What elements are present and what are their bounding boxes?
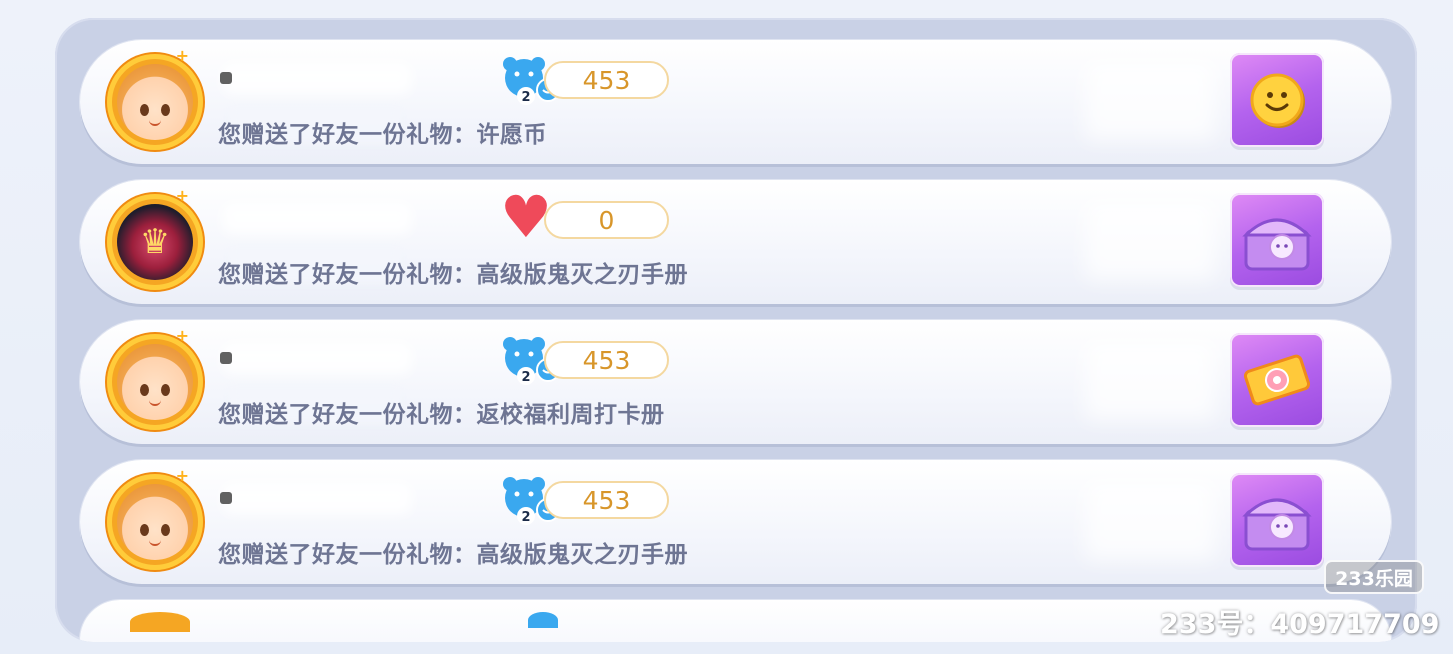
score-pill: 0 [544,201,669,239]
gift-record-row[interactable]: + 2 453 [80,320,1391,444]
blurred-area [1085,480,1215,560]
score-value: 0 [598,205,615,235]
svg-text:2: 2 [521,510,530,525]
boy-avatar-icon[interactable]: + [107,326,203,430]
svg-text:2: 2 [521,370,530,385]
gift-description: 您赠送了好友一份礼物：返校福利周打卡册 [218,402,665,428]
score-pill: 453 [544,61,669,99]
score-value: 453 [582,345,631,375]
gift-record-row[interactable]: + 2 453 [80,40,1391,164]
bear-level-2-icon [528,612,558,628]
gift-record-row[interactable]: + 2 453 您赠送了好友一份礼物：高级版鬼灭之刃手册 [80,460,1391,584]
crown-avatar-icon[interactable]: + ♛ [107,186,203,290]
friend-name-fragment [220,72,232,84]
sparkle-icon: + [175,326,189,345]
ticket-card-icon [1243,354,1311,406]
score-pill: 453 [544,481,669,519]
sparkle-icon: + [175,186,189,205]
page: + 2 453 您赠送了好友一份礼物：许愿币 + ♛ ♥ 0 您赠送了好友一份礼… [0,0,1453,654]
avatar-face [117,344,193,420]
score-value: 453 [582,485,631,515]
sparkle-icon: + [175,46,189,65]
friend-name-blurred [222,482,412,514]
friend-name-fragment [220,352,232,364]
friend-name-fragment [220,492,232,504]
avatar-face: ♛ [117,204,193,280]
gift-item-button[interactable] [1230,333,1324,427]
gift-item-button[interactable] [1230,193,1324,287]
gift-item-button[interactable] [1230,53,1324,147]
gift-record-list: + 2 453 您赠送了好友一份礼物：许愿币 + ♛ ♥ 0 您赠送了好友一份礼… [80,40,1391,600]
blurred-area [1085,340,1215,420]
gift-description: 您赠送了好友一份礼物：许愿币 [218,122,547,148]
avatar-face [117,64,193,140]
watermark-logo: 233乐园 [1324,560,1424,594]
friend-name-blurred [222,62,412,94]
gift-record-row[interactable]: + ♛ ♥ 0 您赠送了好友一份礼物：高级版鬼灭之刃手册 [80,180,1391,304]
treasure-chest-icon [1242,218,1312,271]
sparkle-icon: + [175,466,189,485]
friend-name-blurred [222,202,412,234]
avatar-face [117,484,193,560]
score-value: 453 [582,65,631,95]
treasure-chest-icon [1242,498,1312,551]
watermark-id: 233号：409717709 [1160,609,1440,640]
boy-avatar-icon[interactable]: + [107,46,203,150]
gift-record-panel: + 2 453 您赠送了好友一份礼物：许愿币 + ♛ ♥ 0 您赠送了好友一份礼… [55,18,1417,642]
blurred-area [1085,60,1215,140]
friend-name-blurred [222,342,412,374]
boy-avatar-icon[interactable]: + [107,466,203,570]
blurred-area [1085,200,1215,280]
gift-description: 您赠送了好友一份礼物：高级版鬼灭之刃手册 [218,542,688,568]
gift-item-button[interactable] [1230,473,1324,567]
wish-coin-icon [1250,73,1305,128]
svg-text:2: 2 [521,90,530,105]
gift-description: 您赠送了好友一份礼物：高级版鬼灭之刃手册 [218,262,688,288]
boy-avatar-icon [130,612,190,632]
score-pill: 453 [544,341,669,379]
